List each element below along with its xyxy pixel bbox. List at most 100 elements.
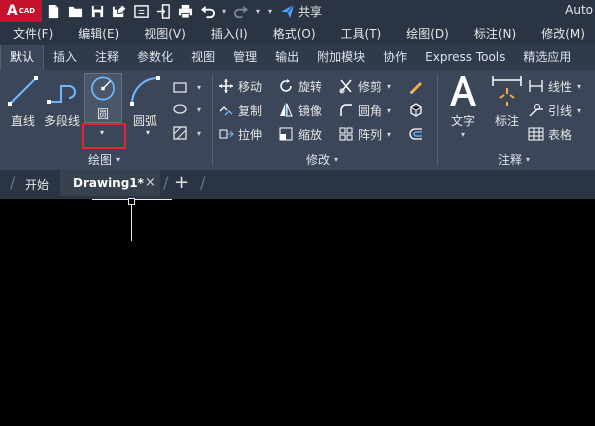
file-tab-start[interactable]: 开始 <box>25 176 49 193</box>
tab-addins[interactable]: 附加模块 <box>308 45 374 70</box>
text-dropdown-icon[interactable]: ▾ <box>461 130 465 139</box>
tab-home[interactable]: 默认 <box>0 45 45 70</box>
text-tool-button[interactable]: 文字 ▾ <box>446 74 480 139</box>
dimension-tool-button[interactable]: 标注 <box>490 74 524 129</box>
print-icon[interactable] <box>174 0 196 22</box>
tab-separator: / <box>163 173 169 192</box>
stretch-tool-button[interactable]: 拉伸 <box>218 123 262 145</box>
move-icon <box>219 79 233 93</box>
scale-tool-button[interactable]: 缩放 <box>278 123 322 145</box>
linear-dropdown-icon[interactable]: ▾ <box>577 82 581 91</box>
logo-letter: A <box>6 3 18 19</box>
ellipse-dropdown-icon[interactable]: ▾ <box>197 105 201 114</box>
menu-bar: 文件(F) 编辑(E) 视图(V) 插入(I) 格式(O) 工具(T) 绘图(D… <box>0 22 595 45</box>
menu-edit[interactable]: 编辑(E) <box>65 25 131 42</box>
circle-tool-button[interactable]: 圆 <box>84 73 122 123</box>
offset-icon <box>409 128 422 140</box>
ellipse-tool-button[interactable]: ▾ <box>172 98 201 120</box>
tab-view[interactable]: 视图 <box>182 45 224 70</box>
tab-express-tools[interactable]: Express Tools <box>416 45 514 70</box>
canvas-top-border <box>0 196 595 199</box>
rectangle-dropdown-icon[interactable]: ▾ <box>197 83 201 92</box>
annotation-panel-title[interactable]: 注释 ▾ <box>498 151 530 168</box>
menu-file[interactable]: 文件(F) <box>0 25 65 42</box>
mirror-icon <box>280 103 293 117</box>
leader-button[interactable]: 引线 ▾ <box>528 99 581 121</box>
draw-panel-expand-icon: ▾ <box>116 155 121 164</box>
customize-quick-access-icon[interactable]: ▾ <box>264 0 276 22</box>
new-file-icon[interactable] <box>42 0 64 22</box>
tab-manage[interactable]: 管理 <box>224 45 266 70</box>
tab-output[interactable]: 输出 <box>266 45 308 70</box>
crosshair-vertical <box>131 199 132 241</box>
trim-dropdown-icon[interactable]: ▾ <box>387 82 391 91</box>
app-logo[interactable]: A CAD <box>0 0 42 22</box>
redo-dropdown-icon[interactable]: ▾ <box>252 0 264 22</box>
logo-text: CAD <box>18 7 36 15</box>
new-tab-plus-icon[interactable]: + <box>174 172 189 193</box>
table-button[interactable]: 表格 <box>528 123 572 145</box>
menu-insert[interactable]: 插入(I) <box>198 25 260 42</box>
open-folder-icon[interactable] <box>64 0 86 22</box>
title-bar: A CAD ▾ ▾ ▾ 共享 Auto <box>0 0 595 22</box>
tab-annotate[interactable]: 注释 <box>86 45 128 70</box>
drawing-canvas[interactable] <box>0 196 595 426</box>
line-tool-button[interactable]: 直线 <box>6 74 40 129</box>
stretch-icon <box>219 129 234 139</box>
arc-icon <box>130 76 160 106</box>
hatch-dropdown-icon[interactable]: ▾ <box>197 129 201 138</box>
linear-dim-button[interactable]: 线性 ▾ <box>528 75 581 97</box>
rotate-tool-button[interactable]: 旋转 <box>278 75 322 97</box>
menu-view[interactable]: 视图(V) <box>131 25 198 42</box>
save-as-icon[interactable] <box>108 0 130 22</box>
dimension-icon <box>492 76 522 106</box>
array-dropdown-icon[interactable]: ▾ <box>387 130 391 139</box>
menu-format[interactable]: 格式(O) <box>260 25 328 42</box>
tab-collaborate[interactable]: 协作 <box>374 45 416 70</box>
share-button[interactable]: 共享 <box>280 3 322 20</box>
tab-insert[interactable]: 插入 <box>44 45 86 70</box>
copy-tool-label: 复制 <box>238 103 263 118</box>
undo-dropdown-icon[interactable]: ▾ <box>218 0 230 22</box>
fillet-tool-button[interactable]: 圆角 ▾ <box>338 99 391 121</box>
array-tool-button[interactable]: 阵列 ▾ <box>338 123 391 145</box>
tab-featured-apps[interactable]: 精选应用 <box>514 45 580 70</box>
menu-dimension[interactable]: 标注(N) <box>461 25 528 42</box>
tab-separator: / <box>200 173 206 192</box>
mirror-tool-button[interactable]: 镜像 <box>278 99 322 121</box>
polyline-tool-button[interactable]: 多段线 <box>44 74 80 129</box>
share-icon <box>280 4 295 18</box>
modify-panel-title[interactable]: 修改 ▾ <box>306 151 338 168</box>
fillet-dropdown-icon[interactable]: ▾ <box>387 106 391 115</box>
close-tab-icon[interactable]: × <box>145 175 156 190</box>
tab-parametric[interactable]: 参数化 <box>128 45 182 70</box>
polyline-icon <box>47 85 76 104</box>
redo-icon[interactable] <box>230 0 252 22</box>
undo-icon[interactable] <box>196 0 218 22</box>
import-icon[interactable] <box>152 0 174 22</box>
erase-tool-button[interactable] <box>408 75 428 97</box>
fillet-icon <box>340 104 352 116</box>
menu-draw[interactable]: 绘图(D) <box>393 25 461 42</box>
move-tool-button[interactable]: 移动 <box>218 75 262 97</box>
explode-tool-button[interactable] <box>408 99 428 121</box>
scale-tool-label: 缩放 <box>298 127 323 142</box>
copy-tool-button[interactable]: 复制 <box>218 99 262 121</box>
move-tool-label: 移动 <box>238 79 263 94</box>
trim-tool-button[interactable]: 修剪 ▾ <box>338 75 391 97</box>
line-tool-label: 直线 <box>10 114 35 128</box>
menu-tools[interactable]: 工具(T) <box>328 25 394 42</box>
leader-dropdown-icon[interactable]: ▾ <box>577 106 581 115</box>
offset-tool-button[interactable] <box>408 123 428 145</box>
web-mobile-icon[interactable] <box>130 0 152 22</box>
arc-tool-button[interactable]: 圆弧 <box>128 74 162 129</box>
text-tool-label: 文字 <box>450 114 475 128</box>
menu-modify[interactable]: 修改(M) <box>528 25 595 42</box>
trim-tool-label: 修剪 <box>358 79 383 94</box>
draw-panel-title[interactable]: 绘图 ▾ <box>88 151 120 168</box>
arc-dropdown-arrow-icon[interactable]: ▾ <box>146 128 150 137</box>
save-icon[interactable] <box>86 0 108 22</box>
hatch-tool-button[interactable]: ▾ <box>172 122 201 144</box>
file-tab-drawing1[interactable]: Drawing1* × <box>60 170 160 196</box>
rectangle-tool-button[interactable]: ▾ <box>172 76 201 98</box>
